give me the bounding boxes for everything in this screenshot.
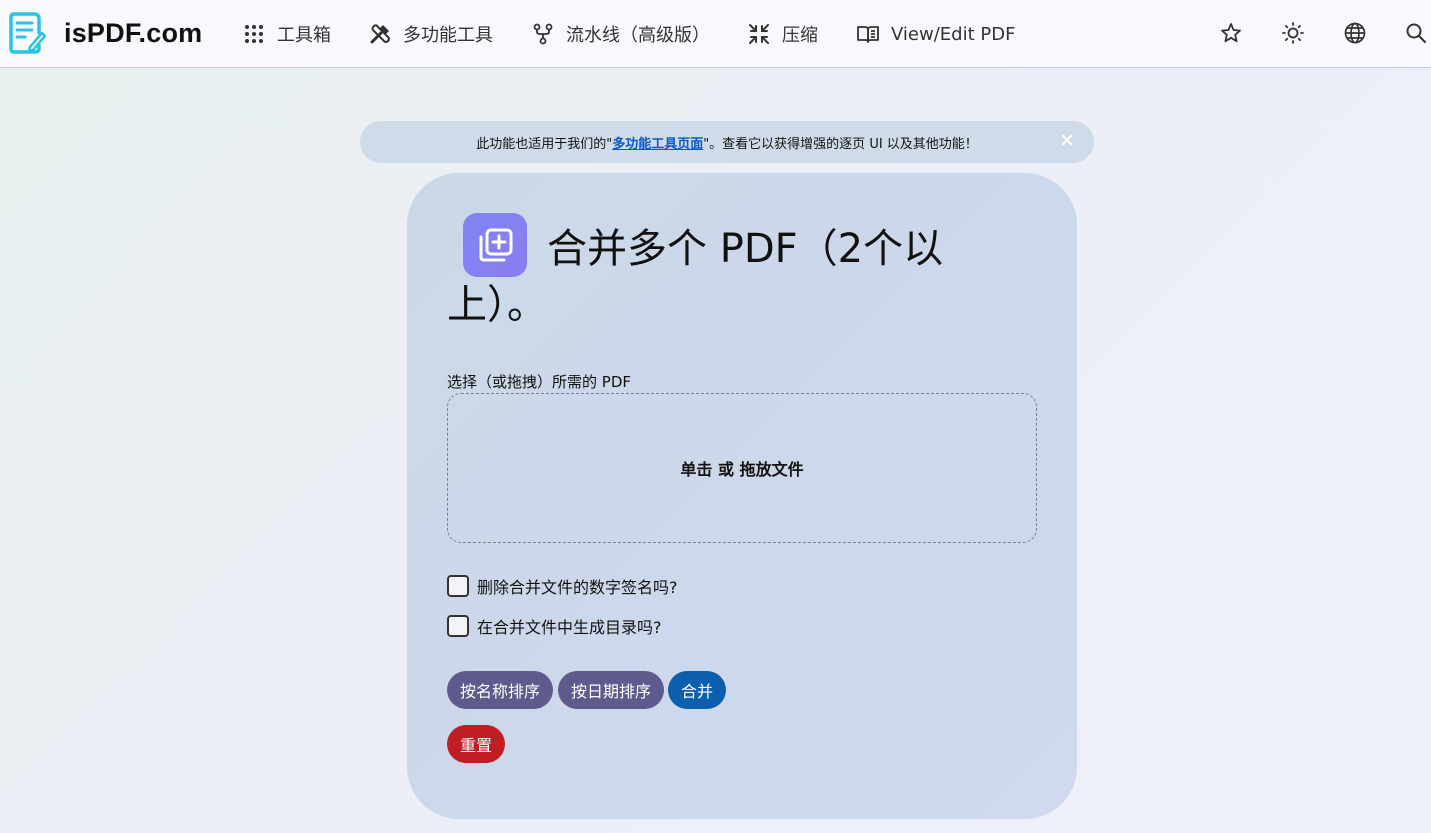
reset-button[interactable]: 重置 — [447, 725, 505, 763]
remove-signature-label: 删除合并文件的数字签名吗? — [477, 578, 678, 597]
book-open-icon — [857, 26, 879, 43]
multitool-banner: 此功能也适用于我们的" 多功能工具页面 "。查看它以获得增强的逐页 UI 以及其他功… — [360, 121, 1094, 163]
pipeline-icon — [533, 23, 553, 45]
brand[interactable]: isPDF.com — [8, 11, 202, 55]
nav-compress[interactable]: 压缩 — [748, 20, 818, 48]
generate-toc-label: 在合并文件中生成目录吗? — [477, 618, 662, 637]
merge-card: 合并多个 PDF（2个以上）。 选择（或拖拽）所需的 PDF 单击 或 拖放文件… — [407, 173, 1077, 819]
multitool-link[interactable]: 多功能工具页面 — [612, 133, 703, 152]
dropzone-text: 单击 或 拖放文件 — [680, 460, 804, 479]
nav-label: 多功能工具 — [403, 25, 493, 46]
nav-pipeline[interactable]: 流水线（高级版） — [532, 20, 710, 48]
nav-toolbox[interactable]: 工具箱 — [243, 20, 331, 48]
brand-name: isPDF.com — [64, 17, 203, 48]
nav-label: 工具箱 — [277, 25, 331, 46]
nav-multitool[interactable]: 多功能工具 — [369, 20, 493, 48]
compress-icon — [749, 24, 769, 44]
file-input-label: 选择（或拖拽）所需的 PDF — [447, 373, 631, 391]
top-navbar: isPDF.com 工具箱 多功能工具 流水线（高级版） 压缩 View/Edi… — [0, 0, 1431, 68]
generate-toc-option: 在合并文件中生成目录吗? — [447, 614, 662, 638]
star-icon — [1221, 23, 1241, 43]
globe-icon — [1344, 22, 1366, 44]
close-icon[interactable] — [1060, 133, 1074, 147]
document-edit-icon — [9, 12, 46, 54]
search-icon — [1406, 23, 1426, 43]
search-button[interactable] — [1403, 20, 1429, 46]
generate-toc-checkbox[interactable] — [447, 615, 469, 637]
merge-button[interactable]: 合并 — [668, 671, 726, 709]
grid-dots-icon — [245, 25, 263, 43]
file-dropzone[interactable]: 单击 或 拖放文件 — [447, 393, 1037, 543]
remove-signature-option: 删除合并文件的数字签名吗? — [447, 574, 678, 598]
remove-signature-checkbox[interactable] — [447, 575, 469, 597]
sort-by-date-button[interactable]: 按日期排序 — [558, 671, 664, 709]
banner-text-before: 此功能也适用于我们的" — [476, 136, 613, 152]
language-button[interactable] — [1342, 20, 1368, 46]
theme-toggle-button[interactable] — [1280, 20, 1306, 46]
nav-view-edit-pdf[interactable]: View/Edit PDF — [857, 20, 1015, 48]
nav-label: 流水线（高级版） — [566, 25, 710, 46]
sort-by-name-button[interactable]: 按名称排序 — [447, 671, 553, 709]
page-title: 合并多个 PDF（2个以上）。 — [447, 226, 944, 328]
nav-label: View/Edit PDF — [891, 23, 1016, 45]
sun-icon — [1282, 22, 1304, 44]
favorites-button[interactable] — [1218, 20, 1244, 46]
tools-icon — [370, 24, 390, 44]
nav-label: 压缩 — [782, 25, 818, 46]
banner-text-after: "。查看它以获得增强的逐页 UI 以及其他功能！ — [703, 136, 978, 152]
